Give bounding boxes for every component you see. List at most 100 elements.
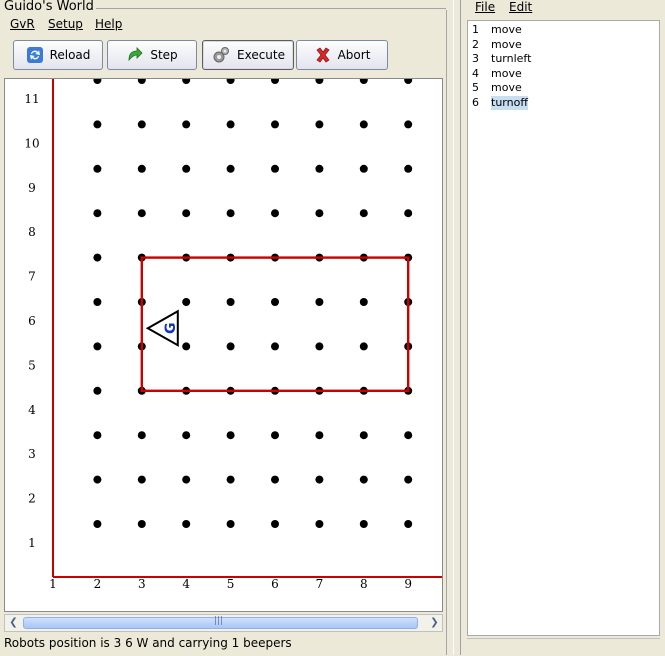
menu-help-label: Help bbox=[95, 17, 123, 31]
grid-dot bbox=[137, 475, 146, 484]
grid-dot bbox=[359, 298, 368, 306]
scroll-right-icon[interactable]: ❯ bbox=[427, 616, 442, 630]
grid-dot bbox=[182, 342, 191, 351]
execute-button[interactable]: Execute bbox=[202, 40, 294, 70]
grid-dot bbox=[315, 79, 324, 84]
grid-dot bbox=[271, 342, 279, 351]
grid-dot bbox=[271, 164, 279, 173]
grid-dot bbox=[137, 520, 146, 528]
step-arrow-icon bbox=[128, 47, 143, 62]
x-axis-label: 5 bbox=[227, 577, 235, 591]
grid-dot bbox=[137, 120, 146, 129]
grid-dot bbox=[404, 431, 413, 440]
grid-dot bbox=[315, 520, 324, 528]
grid-dot bbox=[315, 342, 324, 351]
grid-dot bbox=[137, 431, 146, 440]
grid-dot bbox=[315, 431, 324, 440]
line-number: 4 bbox=[472, 66, 479, 80]
scroll-left-icon[interactable]: ❮ bbox=[6, 616, 21, 630]
reload-button[interactable]: Reload bbox=[13, 40, 103, 70]
execute-label: Execute bbox=[237, 48, 285, 62]
grid-dot bbox=[315, 475, 324, 484]
y-axis-label: 10 bbox=[24, 136, 39, 150]
grid-dot bbox=[404, 209, 413, 218]
reload-label: Reload bbox=[49, 48, 91, 62]
scroll-thumb[interactable]: ||| bbox=[23, 616, 418, 629]
menu-gvr-label: GvR bbox=[10, 17, 35, 31]
menu-edit[interactable]: Edit bbox=[509, 0, 532, 14]
menu-gvr[interactable]: GvR bbox=[10, 17, 35, 31]
grid-dot bbox=[359, 79, 368, 84]
menu-file-label: File bbox=[475, 0, 496, 14]
grid-dot bbox=[271, 431, 279, 440]
grid-dot bbox=[182, 164, 191, 173]
grid-dot bbox=[226, 475, 235, 484]
grid-dot bbox=[359, 209, 368, 218]
world-grid: 1 2 3 4 5 6 7 8 9 1 2 3 4 5 6 7 8 9 10 11 G bbox=[24, 79, 442, 591]
x-axis-label: 2 bbox=[94, 577, 102, 591]
horizontal-scrollbar[interactable]: ❮ ||| ❯ bbox=[4, 614, 443, 632]
x-axis-label: 7 bbox=[316, 577, 324, 591]
grid-dot bbox=[93, 79, 102, 84]
y-axis-label: 7 bbox=[28, 270, 36, 284]
pane-splitter[interactable] bbox=[453, 0, 461, 655]
status-bar: Robots position is 3 6 W and carrying 1 … bbox=[4, 636, 292, 650]
grid-dot bbox=[271, 298, 279, 306]
line-number: 6 bbox=[472, 95, 479, 109]
x-axis-label: 9 bbox=[404, 577, 412, 591]
grid-dot bbox=[226, 298, 235, 306]
menu-file[interactable]: File bbox=[475, 0, 495, 14]
step-button[interactable]: Step bbox=[107, 40, 197, 70]
grid-dot bbox=[93, 253, 102, 262]
grid-dot bbox=[226, 520, 235, 528]
code-line[interactable]: move bbox=[491, 23, 522, 37]
robot-label: G bbox=[163, 322, 179, 334]
y-axis-label: 4 bbox=[28, 403, 36, 417]
code-line[interactable]: move bbox=[491, 38, 522, 52]
world-pane: Guido's World GvR Setup Help Reload Step bbox=[0, 0, 450, 655]
grid-dot bbox=[182, 475, 191, 484]
grid-dot bbox=[226, 342, 235, 351]
line-number: 5 bbox=[472, 81, 479, 94]
y-axis-label: 1 bbox=[28, 536, 36, 550]
grid-dot bbox=[404, 475, 413, 484]
thumb-grip-icon: ||| bbox=[214, 616, 224, 626]
menu-help[interactable]: Help bbox=[95, 17, 122, 31]
y-axis-label: 9 bbox=[28, 181, 36, 195]
toolbar: Reload Step Execute Abort bbox=[4, 38, 442, 74]
grid-dot bbox=[271, 79, 279, 84]
grid-dot bbox=[182, 79, 191, 84]
line-number: 3 bbox=[472, 52, 479, 65]
grid-dot bbox=[404, 79, 413, 84]
grid-dot bbox=[93, 475, 102, 484]
code-line[interactable]: turnoff bbox=[491, 95, 528, 110]
line-number-gutter bbox=[468, 21, 492, 635]
grid-dot bbox=[359, 164, 368, 173]
y-axis-label: 2 bbox=[28, 492, 36, 506]
y-axis-label: 8 bbox=[28, 225, 36, 239]
grid-dot bbox=[271, 475, 279, 484]
grid-dot bbox=[359, 342, 368, 351]
menu-setup[interactable]: Setup bbox=[48, 17, 83, 31]
grid-dot bbox=[93, 386, 102, 395]
code-line[interactable]: move bbox=[491, 67, 522, 81]
grid-dot bbox=[315, 209, 324, 218]
gear-icon bbox=[213, 47, 229, 63]
code-editor[interactable]: 1 move 2 move 3 turnleft 4 move 5 move 6 turnoff bbox=[467, 20, 660, 636]
step-label: Step bbox=[150, 48, 178, 62]
reload-icon bbox=[26, 47, 43, 63]
menu-edit-label: Edit bbox=[509, 0, 533, 14]
grid-dot bbox=[137, 164, 146, 173]
grid-dot bbox=[137, 209, 146, 218]
grid-dot bbox=[182, 209, 191, 218]
grid-dot bbox=[404, 164, 413, 173]
y-axis-label: 3 bbox=[28, 447, 36, 461]
world-canvas[interactable]: 1 2 3 4 5 6 7 8 9 1 2 3 4 5 6 7 8 9 10 11 G bbox=[4, 78, 443, 612]
abort-button[interactable]: Abort bbox=[296, 40, 388, 70]
abort-label: Abort bbox=[337, 48, 371, 62]
abort-x-icon bbox=[316, 47, 330, 63]
line-number: 1 bbox=[472, 23, 479, 36]
code-line[interactable]: move bbox=[491, 81, 522, 95]
grid-dot bbox=[182, 431, 191, 440]
code-line[interactable]: turnleft bbox=[491, 52, 531, 66]
